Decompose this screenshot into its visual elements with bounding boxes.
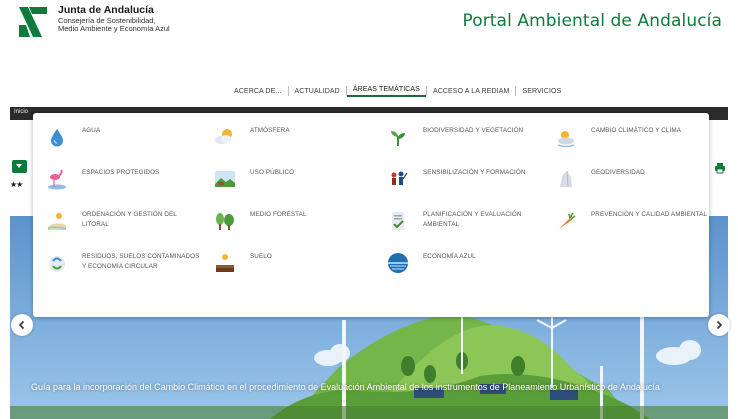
nav-areas-tematicas[interactable]: ÁREAS TEMÁTICAS	[346, 86, 426, 97]
menu-item-suelo[interactable]: SUELO	[213, 251, 373, 275]
carousel-prev-button[interactable]	[11, 314, 33, 336]
menu-item-geodiversidad[interactable]: GEODIVERSIDAD	[554, 167, 714, 191]
climate-icon	[557, 131, 575, 148]
landscape-icon	[215, 171, 235, 187]
menu-item-label: PREVENCIÓN Y CALIDAD AMBIENTAL	[591, 211, 708, 218]
main-nav: ACERCA DE... ACTUALIDAD ÁREAS TEMÁTICAS …	[228, 84, 567, 98]
menu-item-medio-forestal[interactable]: MEDIO FORESTAL	[213, 209, 373, 233]
banner-caption[interactable]: Guía para la incorporación del Cambio Cl…	[31, 380, 691, 394]
nav-acerca-de[interactable]: ACERCA DE...	[228, 88, 288, 95]
menu-item-prevencion[interactable]: PREVENCIÓN Y CALIDAD AMBIENTAL	[554, 209, 714, 233]
trees-icon	[216, 213, 234, 230]
brand-subtitle-2: Medio Ambiente y Economía Azul	[58, 24, 170, 34]
menu-item-litoral[interactable]: ORDENACIÓN Y GESTIÓN DEL LITORAL	[45, 209, 205, 233]
coast-icon	[47, 213, 67, 230]
menu-item-residuos[interactable]: RESIDUOS, SUELOS CONTAMINADOS Y ECONOMÍA…	[45, 251, 205, 275]
flamingo-icon	[48, 169, 66, 190]
menu-item-label: PLANIFICACIÓN Y EVALUACIÓN AMBIENTAL	[423, 211, 522, 228]
menu-item-label: MEDIO FORESTAL	[250, 211, 307, 218]
menu-item-label: RESIDUOS, SUELOS CONTAMINADOS Y ECONOMÍA…	[82, 253, 200, 270]
plant-icon	[391, 131, 405, 146]
menu-item-agua[interactable]: AGUA	[45, 125, 205, 149]
nav-acceso-rediam[interactable]: ACCESO A LA REDIAM	[427, 88, 516, 95]
portal-title[interactable]: Portal Ambiental de Andalucía	[462, 11, 722, 31]
menu-item-label: ATMÓSFERA	[250, 127, 290, 134]
menu-item-planificacion[interactable]: PLANIFICACIÓN Y EVALUACIÓN AMBIENTAL	[386, 209, 546, 233]
menu-item-biodiversidad[interactable]: BIODIVERSIDAD Y VEGETACIÓN	[386, 125, 546, 149]
carrot-icon	[559, 212, 576, 229]
breadcrumb-home[interactable]: Inicio	[14, 109, 28, 115]
menu-item-atmosfera[interactable]: ATMÓSFERA	[213, 125, 373, 149]
planning-icon	[392, 212, 404, 230]
brand-name: Junta de Andalucía	[58, 4, 154, 16]
menu-item-uso-publico[interactable]: USO PÚBLICO	[213, 167, 373, 191]
menu-item-label: CAMBIO CLIMÁTICO Y CLIMA	[591, 127, 681, 134]
print-icon[interactable]	[714, 162, 726, 174]
sun-cloud-icon	[215, 129, 232, 144]
menu-item-label: USO PÚBLICO	[250, 169, 295, 176]
menu-item-espacios-protegidos[interactable]: ESPACIOS PROTEGIDOS	[45, 167, 205, 191]
areas-tematicas-dropdown: AGUA ATMÓSFERA BIODIVERSIDAD Y VEGETACIÓ…	[33, 113, 709, 317]
menu-item-sensibilizacion[interactable]: SENSIBILIZACIÓN Y FORMACIÓN	[386, 167, 546, 191]
chevron-left-icon	[18, 320, 25, 330]
menu-item-cambio-climatico[interactable]: CAMBIO CLIMÁTICO Y CLIMA	[554, 125, 714, 149]
menu-item-label: SUELO	[250, 253, 272, 260]
menu-item-label: AGUA	[82, 127, 101, 134]
water-drop-icon	[51, 129, 63, 147]
brand-block[interactable]: Junta de Andalucía Consejería de Sosteni…	[16, 4, 170, 39]
junta-logo-icon	[19, 7, 47, 37]
menu-item-label: ESPACIOS PROTEGIDOS	[82, 169, 160, 176]
carousel-next-button[interactable]	[708, 314, 730, 336]
menu-item-economia-azul[interactable]: ECONOMÍA AZUL	[386, 251, 546, 275]
nav-servicios[interactable]: SERVICIOS	[516, 88, 567, 95]
menu-item-label: ECONOMÍA AZUL	[423, 253, 476, 260]
menu-item-label: GEODIVERSIDAD	[591, 169, 645, 176]
menu-item-label: SENSIBILIZACIÓN Y FORMACIÓN	[423, 169, 526, 176]
menu-item-label: BIODIVERSIDAD Y VEGETACIÓN	[423, 127, 524, 134]
rock-icon	[560, 170, 572, 188]
rating-stars[interactable]: ★★	[10, 180, 23, 189]
blue-economy-icon	[388, 253, 408, 273]
recycle-icon	[49, 256, 65, 272]
soil-icon	[216, 254, 234, 272]
people-icon	[391, 171, 408, 185]
chevron-right-icon	[716, 320, 723, 330]
expand-dropdown-button[interactable]	[12, 160, 27, 173]
nav-actualidad[interactable]: ACTUALIDAD	[289, 88, 346, 95]
menu-item-label: ORDENACIÓN Y GESTIÓN DEL LITORAL	[82, 211, 177, 228]
